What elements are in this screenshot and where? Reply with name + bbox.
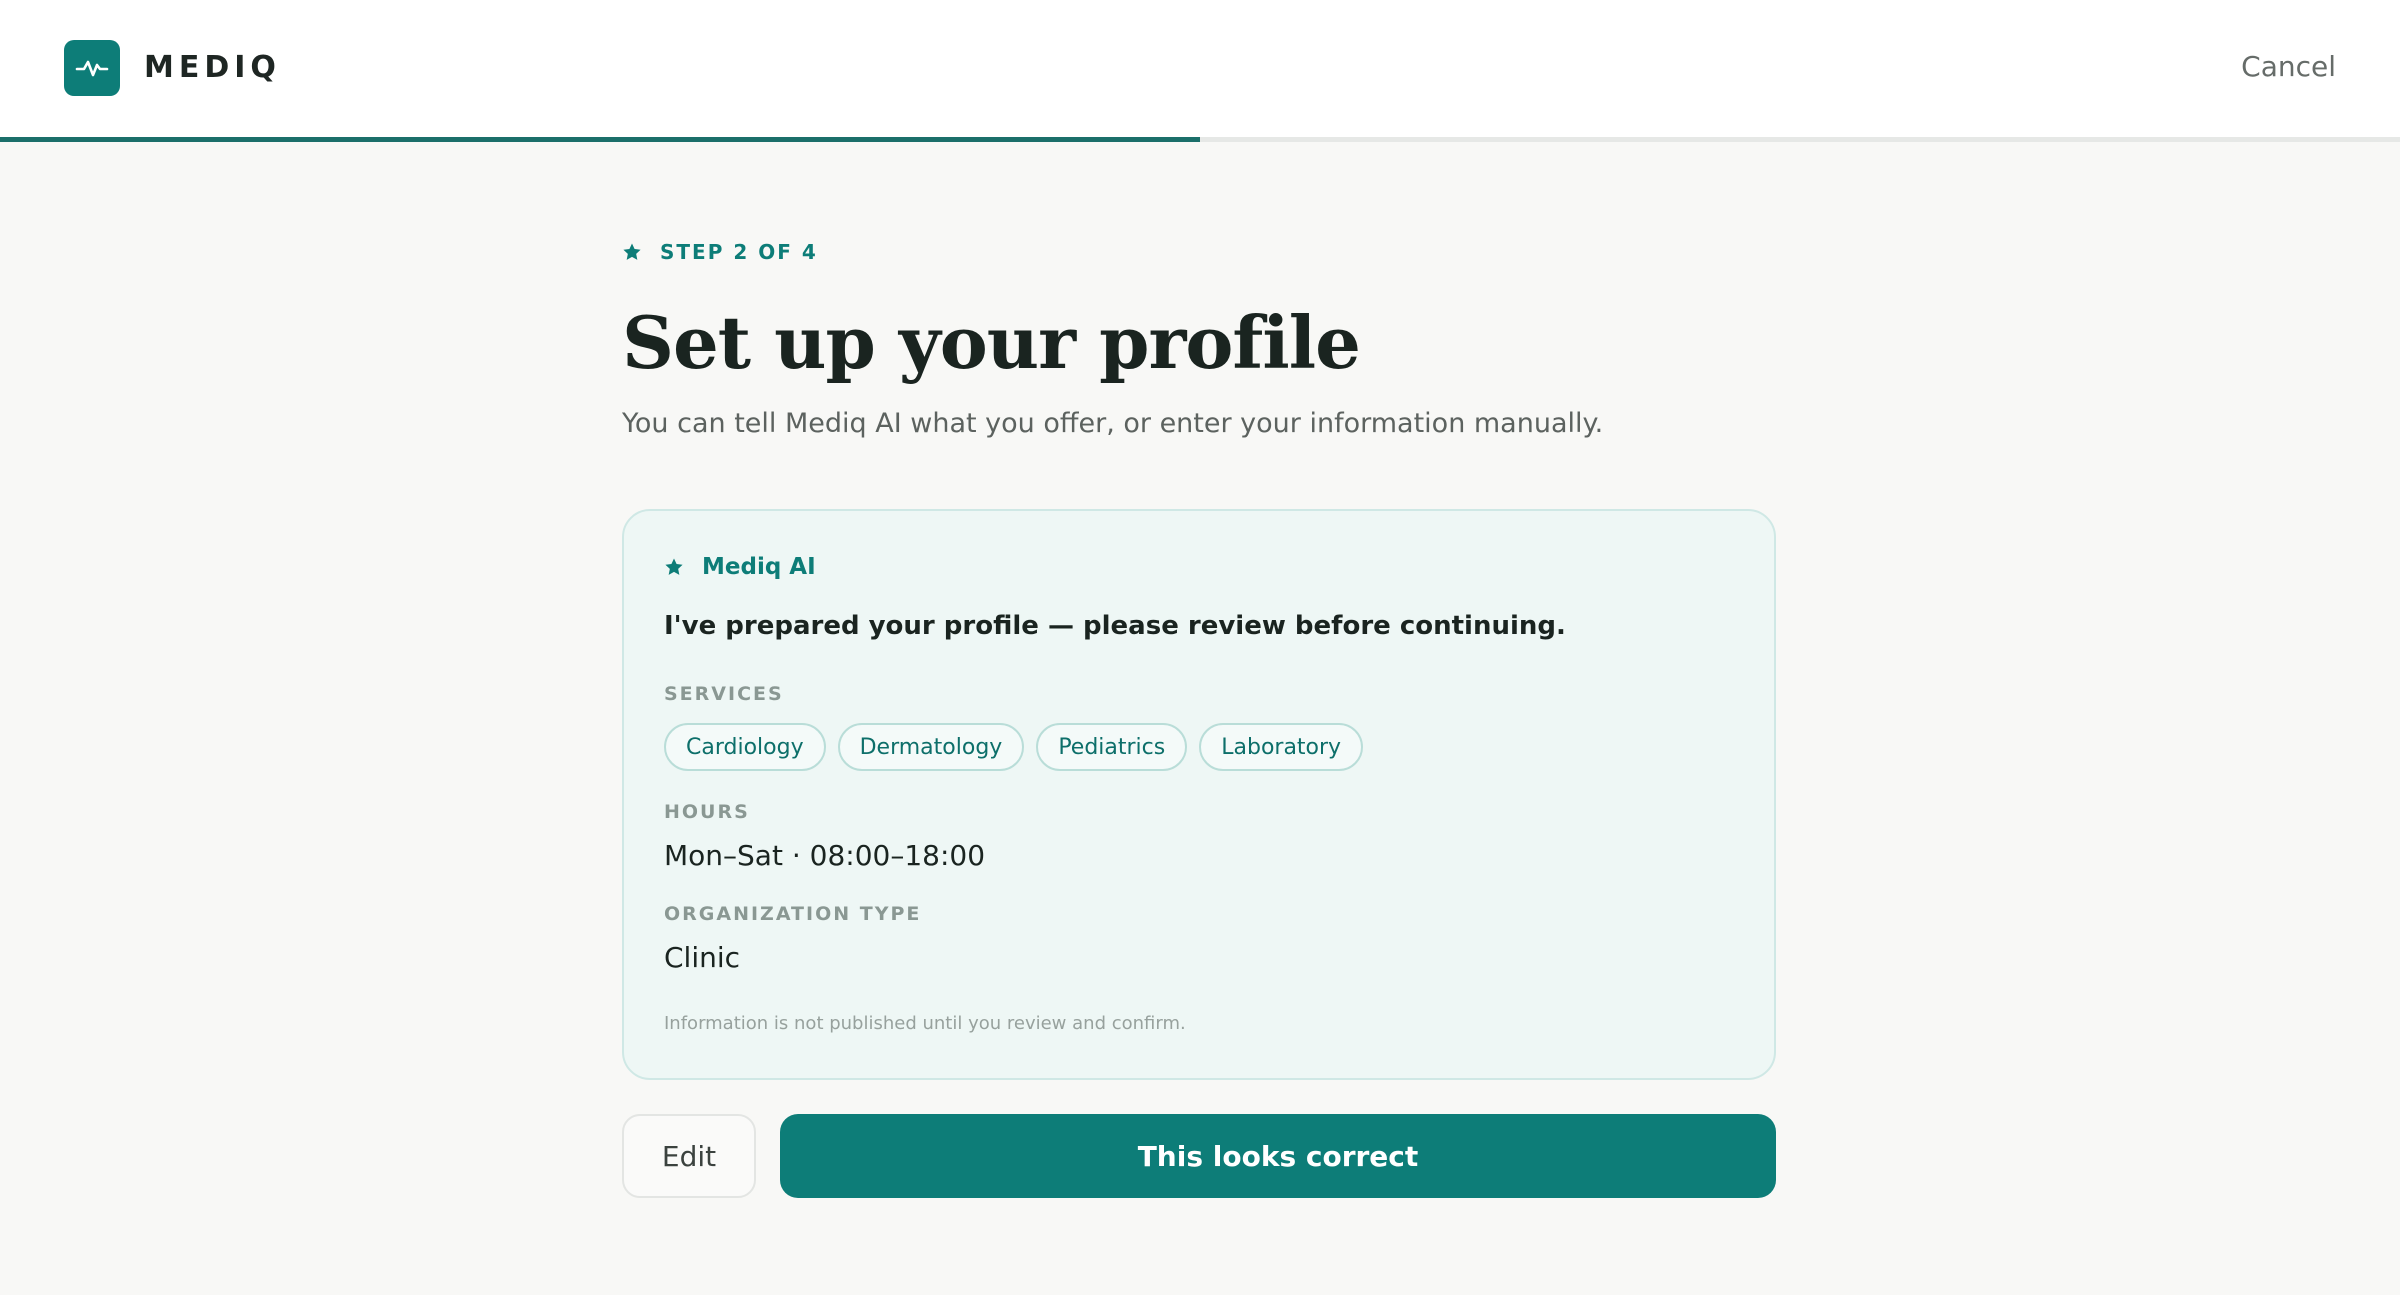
top-bar: MEDIQ Cancel <box>0 0 2400 138</box>
confirm-button[interactable]: This looks correct <box>780 1114 1776 1198</box>
publish-note: Information is not published until you r… <box>664 1013 1186 1034</box>
organization-type-label: ORGANIZATION TYPE <box>664 903 922 925</box>
cancel-link[interactable]: Cancel <box>2241 50 2336 83</box>
progress-bar-fill <box>0 137 1200 142</box>
step-indicator: STEP 2 OF 4 <box>622 240 818 264</box>
step-label: STEP 2 OF 4 <box>660 240 818 264</box>
page-title: Set up your profile <box>622 300 1361 385</box>
service-chip[interactable]: Cardiology <box>664 723 826 771</box>
service-chip[interactable]: Pediatrics <box>1036 723 1188 771</box>
page-subtitle: You can tell Mediq AI what you offer, or… <box>622 408 1604 439</box>
hours-label: HOURS <box>664 801 750 823</box>
brand-name: MEDIQ <box>144 50 281 85</box>
star-icon <box>665 558 683 575</box>
service-chip[interactable]: Laboratory <box>1199 723 1364 771</box>
edit-button[interactable]: Edit <box>622 1114 756 1198</box>
services-label: SERVICES <box>664 683 784 705</box>
star-icon <box>623 243 641 260</box>
assistant-header: Mediq AI <box>664 554 816 580</box>
services-chip-list: Cardiology Dermatology Pediatrics Labora… <box>664 723 1375 771</box>
assistant-name: Mediq AI <box>702 554 816 580</box>
hours-value: Mon–Sat · 08:00–18:00 <box>664 839 986 872</box>
service-chip[interactable]: Dermatology <box>837 723 1025 771</box>
progress-bar <box>0 137 2400 142</box>
pulse-icon <box>64 40 120 96</box>
assistant-message: I've prepared your profile — please revi… <box>664 611 1566 641</box>
organization-type-value: Clinic <box>664 941 741 974</box>
ai-profile-card: Mediq AI I've prepared your profile — pl… <box>622 509 1776 1080</box>
